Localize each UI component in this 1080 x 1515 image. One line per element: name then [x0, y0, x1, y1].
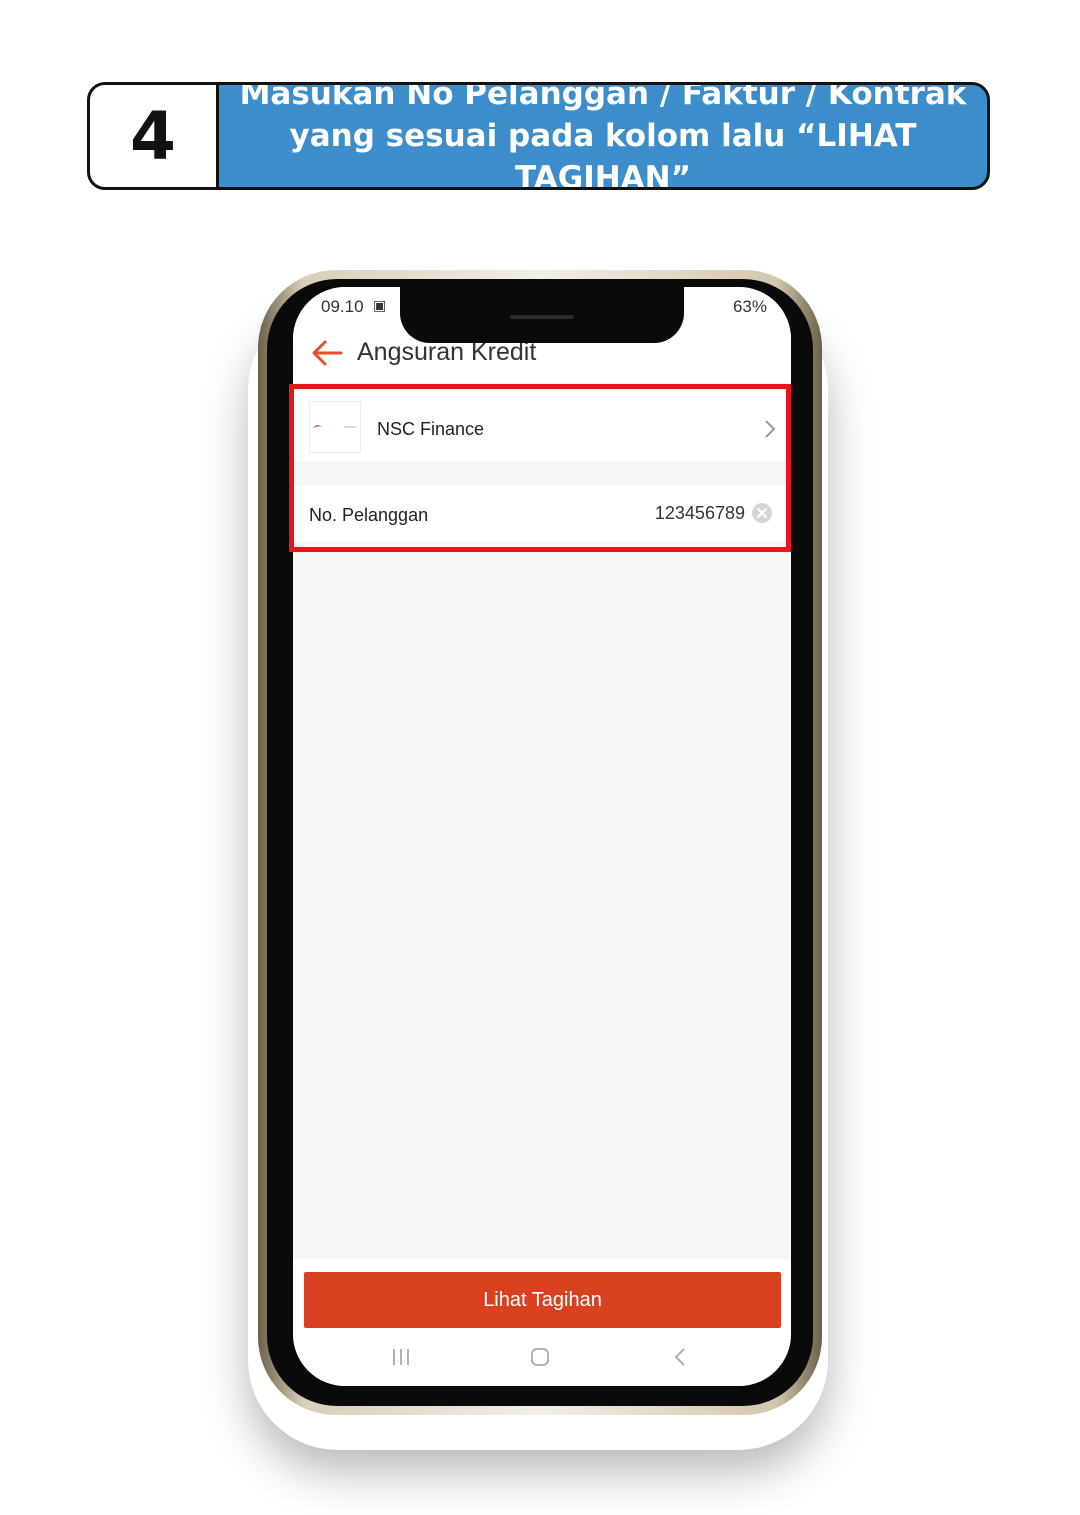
phone-notch [400, 287, 684, 343]
status-time: 09.10 [321, 297, 364, 316]
nav-back-icon[interactable] [673, 1347, 687, 1367]
system-nav-bar [293, 1339, 791, 1379]
recent-apps-icon[interactable] [391, 1347, 411, 1367]
earpiece-speaker [510, 315, 574, 319]
instruction-text: Masukan No Pelanggan / Faktur / Kontrak … [219, 85, 987, 187]
view-bill-button[interactable]: Lihat Tagihan [304, 1272, 781, 1328]
instruction-line-1: Masukan No Pelanggan / Faktur / Kontrak [239, 82, 967, 112]
highlight-annotation [289, 384, 791, 552]
instruction-line-2: yang sesuai pada kolom lalu “LIHAT TAGIH… [289, 118, 917, 190]
home-icon[interactable] [530, 1347, 550, 1367]
instruction-banner: 4 Masukan No Pelanggan / Faktur / Kontra… [87, 82, 990, 190]
back-arrow-icon[interactable] [311, 339, 343, 367]
battery-level: 63% [732, 297, 767, 316]
step-number: 4 [90, 85, 219, 187]
gallery-icon: ▣ [373, 297, 387, 313]
bottom-action-bar: Lihat Tagihan [293, 1259, 791, 1386]
